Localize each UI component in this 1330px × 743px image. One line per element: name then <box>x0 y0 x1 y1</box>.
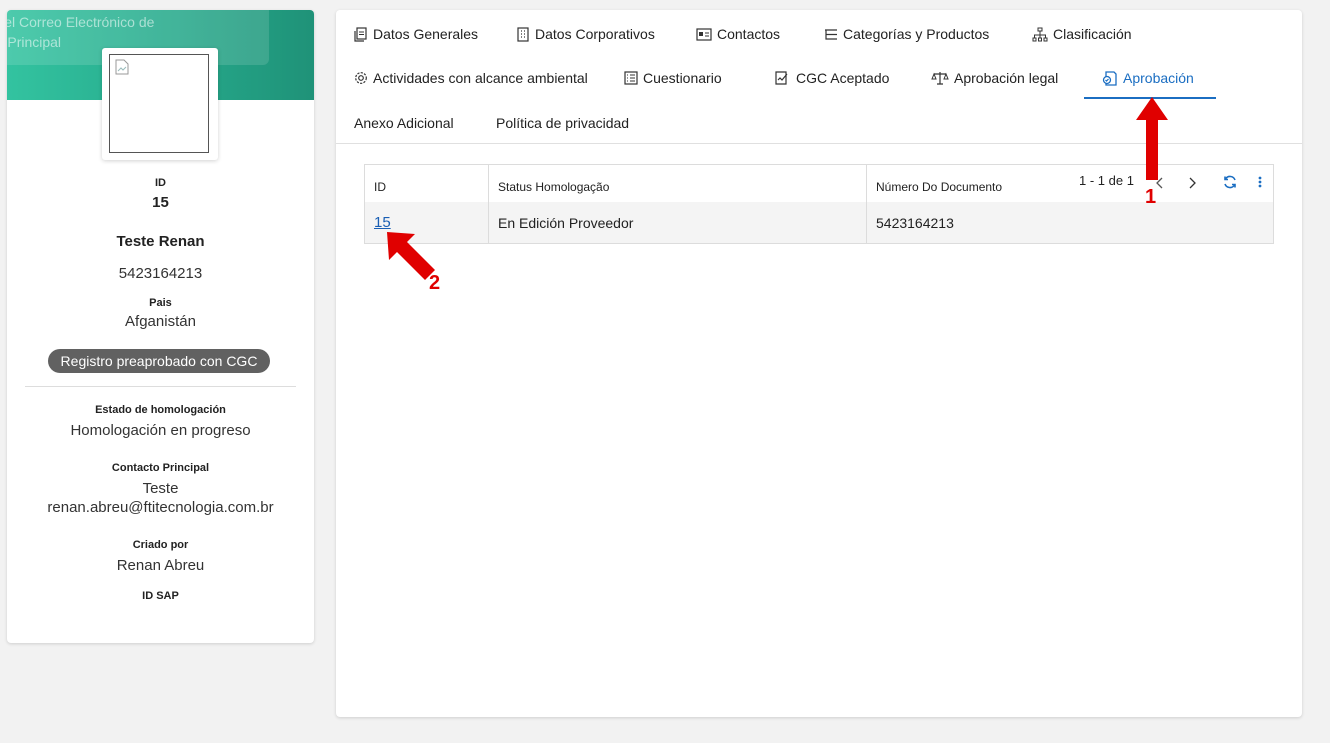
status-badge: Registro preaprobado con CGC <box>48 349 270 373</box>
tab-label: Anexo Adicional <box>354 115 454 131</box>
supplier-document: 5423164213 <box>118 265 203 282</box>
supplier-name: Teste Renan <box>116 233 205 250</box>
tab-label: CGC Aceptado <box>796 70 890 86</box>
tab-label: Política de privacidad <box>496 115 630 131</box>
tab-label: Datos Corporativos <box>535 26 655 42</box>
chevron-right-icon[interactable] <box>1187 177 1197 189</box>
avatar-image <box>109 54 209 153</box>
header-id[interactable]: ID <box>365 165 488 202</box>
tab-datos-corporativos[interactable]: Datos Corporativos <box>516 24 655 44</box>
created-by-label: Criado por <box>132 539 189 551</box>
banner-tooltip-line1: piar el Correo Electrónico de <box>7 14 155 30</box>
annotation-number-1: 1 <box>1145 186 1157 208</box>
tab-label: Actividades con alcance ambiental <box>373 70 588 86</box>
contact-name: Teste <box>142 480 179 497</box>
scales-icon <box>931 72 949 85</box>
header-status[interactable]: Status Homologação <box>489 165 866 202</box>
homologation-label: Estado de homologación <box>95 404 226 416</box>
annotation-arrow-up-icon <box>1136 97 1168 180</box>
tab-contactos[interactable]: Contactos <box>696 24 780 44</box>
broken-image-icon <box>115 59 129 75</box>
tab-cgc-aceptado[interactable]: CGC Aceptado <box>775 68 889 88</box>
id-value: 15 <box>152 194 169 211</box>
pager-info: 1 - 1 de 1 <box>1079 173 1134 188</box>
tab-aprobacion[interactable]: Aprobación <box>1102 68 1194 88</box>
tab-datos-generales[interactable]: Datos Generales <box>354 24 478 44</box>
hierarchy-icon <box>1032 27 1048 41</box>
gear-icon <box>355 72 367 84</box>
divider <box>25 386 296 387</box>
checklist-icon <box>624 71 638 85</box>
cell-documento: 5423164213 <box>876 214 954 231</box>
tab-label: Cuestionario <box>643 70 722 86</box>
tab-politica-privacidad[interactable]: Política de privacidad <box>496 113 629 133</box>
header-documento[interactable]: Número Do Documento <box>867 165 1067 202</box>
tab-cuestionario[interactable]: Cuestionario <box>624 68 722 88</box>
tab-anexo-adicional[interactable]: Anexo Adicional <box>354 113 454 133</box>
homologation-value: Homologación en progreso <box>70 422 251 439</box>
created-by-value: Renan Abreu <box>116 557 205 574</box>
table-row[interactable]: 15 En Edición Proveedor 5423164213 <box>365 202 1273 243</box>
more-options-icon[interactable] <box>1258 175 1262 189</box>
tab-label: Clasificación <box>1053 26 1132 42</box>
country-value: Afganistán <box>125 313 196 330</box>
tab-label: Contactos <box>717 26 781 42</box>
contact-label: Contacto Principal <box>111 462 210 474</box>
document-copy-icon <box>354 26 367 42</box>
contact-card-icon <box>696 27 712 41</box>
tree-list-icon <box>825 28 837 40</box>
cell-status: En Edición Proveedor <box>498 214 634 231</box>
tab-aprobacion-legal[interactable]: Aprobación legal <box>931 68 1058 88</box>
contact-email: renan.abreu@ftitecnologia.com.br <box>47 499 274 516</box>
document-signature-icon <box>775 71 788 85</box>
record-id-link[interactable]: 15 <box>374 214 391 231</box>
tab-label: Aprobación legal <box>954 70 1059 86</box>
building-icon <box>517 26 529 42</box>
tab-categorias[interactable]: Categorías y Productos <box>824 24 989 44</box>
refresh-icon[interactable] <box>1223 175 1237 189</box>
tab-clasificacion[interactable]: Clasificación <box>1032 24 1132 44</box>
id-label: ID <box>155 177 166 189</box>
supplier-profile-card: piar el Correo Electrónico de acto Princ… <box>7 10 314 643</box>
tab-label: Aprobación <box>1123 70 1194 86</box>
country-label: Pais <box>149 297 172 309</box>
tab-label: Datos Generales <box>373 26 479 42</box>
annotation-number-2: 2 <box>429 272 441 294</box>
avatar <box>102 48 218 160</box>
tab-actividades[interactable]: Actividades con alcance ambiental <box>354 68 588 88</box>
tab-label: Categorías y Productos <box>843 26 990 42</box>
sap-id-label: ID SAP <box>142 590 179 602</box>
approval-document-icon <box>1102 70 1117 86</box>
